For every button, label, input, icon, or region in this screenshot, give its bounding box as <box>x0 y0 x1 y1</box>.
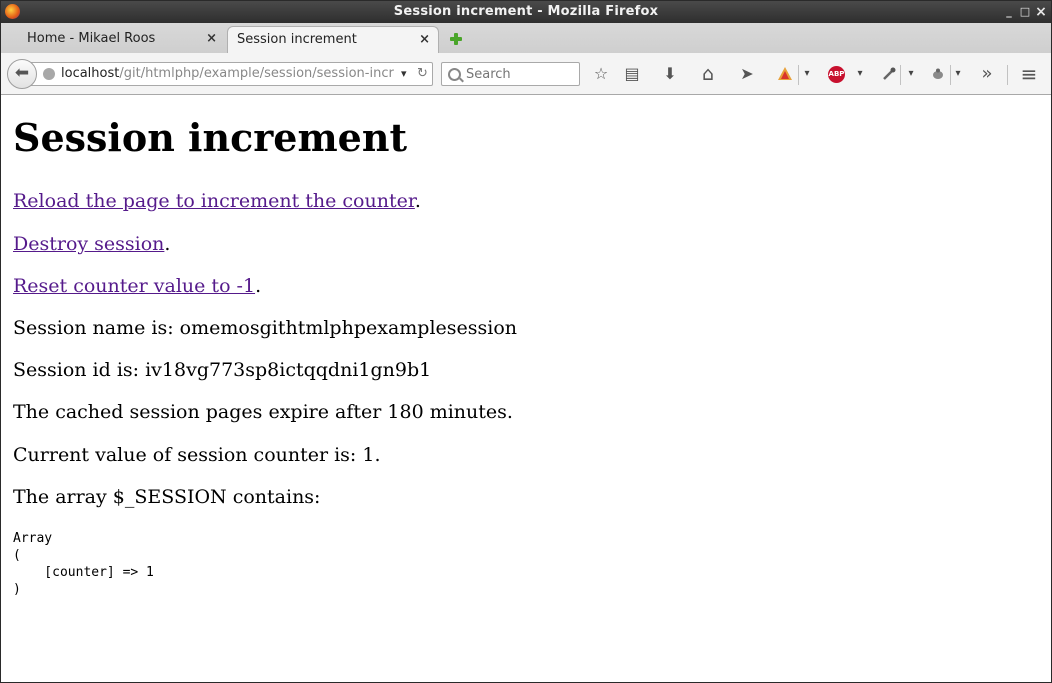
reload-paragraph: Reload the page to increment the counter… <box>13 189 421 213</box>
chevron-down-icon[interactable]: ▾ <box>905 63 917 85</box>
url-dropdown-icon[interactable]: ▾ <box>401 63 407 85</box>
search-icon <box>448 68 461 81</box>
reset-counter-link[interactable]: Reset counter value to -1 <box>13 275 255 297</box>
back-button[interactable]: ⬅ <box>7 59 37 89</box>
browser-window: Session increment - Mozilla Firefox _ □ … <box>0 0 1052 683</box>
bookmark-star-icon[interactable]: ☆ <box>591 63 611 85</box>
new-tab-icon[interactable] <box>449 32 463 46</box>
tab-session-increment[interactable]: Session increment × <box>227 26 439 53</box>
chevron-down-icon[interactable]: ▾ <box>801 63 813 85</box>
reload-link[interactable]: Reload the page to increment the counter <box>13 190 415 212</box>
page-content: Session increment Reload the page to inc… <box>1 95 1051 682</box>
reset-paragraph: Reset counter value to -1. <box>13 274 261 298</box>
toolbar-separator <box>950 65 951 85</box>
tab-close-icon[interactable]: × <box>206 26 217 52</box>
period: . <box>255 275 262 297</box>
tab-label: Home - Mikael Roos <box>27 31 156 46</box>
tab-label: Session increment <box>237 32 357 47</box>
cache-expire-text: The cached session pages expire after 18… <box>13 401 513 423</box>
period: . <box>164 233 171 255</box>
send-icon[interactable]: ➤ <box>737 63 757 85</box>
toolbar-separator <box>798 65 799 85</box>
globe-icon <box>43 68 55 80</box>
chevron-down-icon[interactable]: ▾ <box>854 63 866 85</box>
home-icon[interactable]: ⌂ <box>698 63 718 85</box>
chevron-down-icon[interactable]: ▾ <box>952 63 964 85</box>
title-bar: Session increment - Mozilla Firefox _ □ … <box>1 1 1051 23</box>
maximize-button[interactable]: □ <box>1018 5 1032 19</box>
tab-close-icon[interactable]: × <box>419 27 430 53</box>
extension-icon[interactable] <box>775 63 795 85</box>
page-heading: Session increment <box>13 115 408 160</box>
session-id-text: Session id is: iv18vg773sp8ictqqdni1gn9b… <box>13 359 432 381</box>
navigation-bar: localhost/git/htmlphp/example/session/se… <box>1 53 1051 95</box>
url-bar[interactable]: localhost/git/htmlphp/example/session/se… <box>31 62 433 86</box>
search-input[interactable] <box>466 65 574 83</box>
period: . <box>414 190 421 212</box>
url-path: /git/htmlphp/example/session/session-inc… <box>119 66 394 81</box>
reading-list-icon[interactable]: ▤ <box>622 63 642 85</box>
search-bar[interactable] <box>441 62 580 86</box>
downloads-icon[interactable]: ⬇ <box>660 63 680 85</box>
array-intro-text: The array $_SESSION contains: <box>13 486 321 508</box>
destroy-paragraph: Destroy session. <box>13 232 170 256</box>
url-text: localhost/git/htmlphp/example/session/se… <box>61 63 397 85</box>
close-window-button[interactable]: × <box>1034 5 1048 19</box>
window-title: Session increment - Mozilla Firefox <box>393 4 659 19</box>
url-host: localhost <box>61 66 120 81</box>
menu-icon[interactable]: ≡ <box>1019 63 1039 85</box>
counter-value-text: Current value of session counter is: 1. <box>13 444 381 466</box>
tab-strip: Home - Mikael Roos × Session increment × <box>1 23 1051 54</box>
overflow-icon[interactable]: » <box>977 63 997 85</box>
eyedropper-icon[interactable] <box>879 63 899 85</box>
session-name-text: Session name is: omemosgithtmlphpexample… <box>13 317 518 339</box>
firebug-icon[interactable] <box>928 63 948 85</box>
adblock-icon[interactable]: ABP <box>828 66 845 83</box>
toolbar-separator <box>1007 65 1008 85</box>
toolbar-separator <box>900 65 901 85</box>
reload-icon[interactable]: ↻ <box>417 63 428 85</box>
session-array-dump: Array ( [counter] => 1 ) <box>13 531 154 597</box>
minimize-button[interactable]: _ <box>1002 5 1016 19</box>
destroy-session-link[interactable]: Destroy session <box>13 233 164 255</box>
tab-home[interactable]: Home - Mikael Roos × <box>3 26 225 53</box>
